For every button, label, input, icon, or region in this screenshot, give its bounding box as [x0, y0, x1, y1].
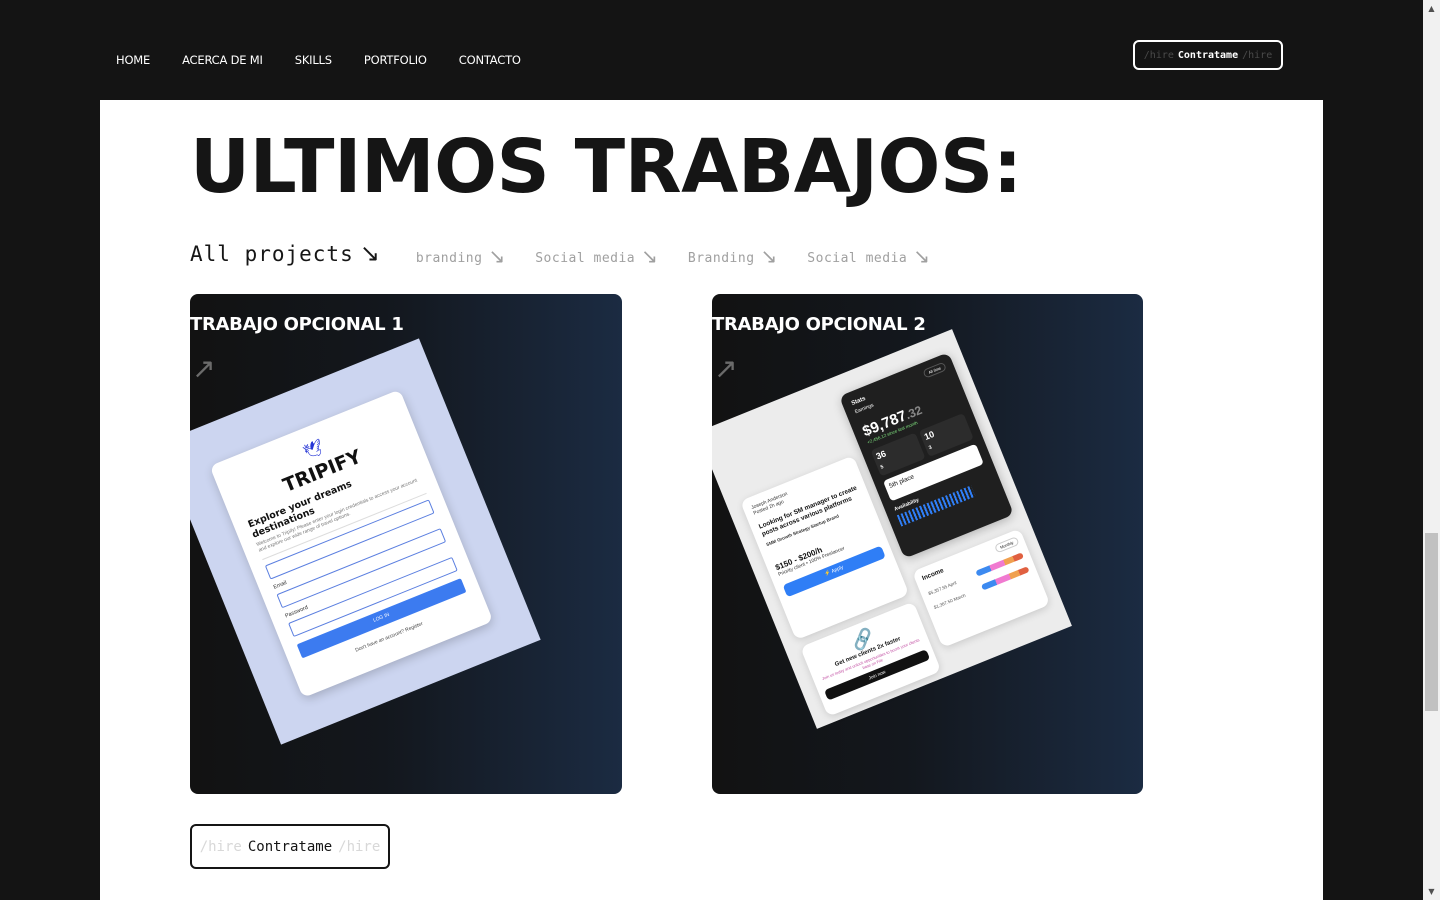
filter-all-projects[interactable]: All projects ↘: [190, 240, 380, 266]
filter-social-media-2[interactable]: Social media ↘: [807, 246, 930, 266]
scrollbar-thumb[interactable]: [1425, 533, 1438, 711]
hire-suffix: /hire: [338, 838, 381, 855]
nav-link-contact[interactable]: CONTACTO: [459, 53, 521, 67]
hire-button-nav[interactable]: /hire Contratame /hire: [1133, 40, 1283, 70]
project-card-2[interactable]: Joseph Anderson Posted 2h ago Looking fo…: [712, 294, 1143, 794]
hire-label: Contratame: [1177, 49, 1239, 61]
filter-label: Social media: [535, 251, 636, 266]
projects-section: ULTIMOS TRABAJOS: All projects ↘ brandin…: [100, 100, 1323, 900]
filter-label: Social media: [807, 251, 908, 266]
arrow-up-right-icon: ↗: [192, 352, 216, 385]
project-filters: All projects ↘ branding ↘ Social media ↘…: [190, 240, 960, 266]
box1-sub: 5: [879, 464, 885, 471]
login-form-mockup: 🕊 TRIPIFY Explore your dreams destinatio…: [209, 389, 494, 698]
income-row-label: $5,357.55 April: [927, 579, 958, 596]
nav-link-about[interactable]: ACERCA DE MI: [182, 53, 263, 67]
arrow-down-right-icon: ↘: [359, 239, 380, 267]
filter-label: Branding: [687, 251, 755, 266]
card-title: TRABAJO OPCIONAL 1: [190, 314, 404, 335]
box1-value: 36: [874, 448, 888, 462]
nav-links: HOME ACERCA DE MI SKILLS PORTFOLIO CONTA…: [116, 53, 553, 67]
arrow-down-right-icon: ↘: [488, 244, 506, 268]
hire-suffix: /hire: [1242, 49, 1273, 61]
arrow-up-right-icon: ↗: [714, 352, 738, 385]
page-scrollbar[interactable]: ▲ ▼: [1423, 0, 1440, 900]
income-pill: Monthly: [994, 536, 1020, 554]
hire-prefix: /hire: [1143, 49, 1174, 61]
hire-prefix: /hire: [199, 838, 242, 855]
arrow-down-right-icon: ↘: [913, 244, 930, 268]
box2-value: 10: [922, 428, 936, 442]
project-thumbnail-dashboard: Joseph Anderson Posted 2h ago Looking fo…: [712, 329, 1072, 729]
hire-label: Contratame: [247, 838, 333, 855]
page-title: ULTIMOS TRABAJOS:: [190, 124, 1022, 210]
top-nav: HOME ACERCA DE MI SKILLS PORTFOLIO CONTA…: [0, 0, 1423, 100]
project-card-1[interactable]: 🕊 TRIPIFY Explore your dreams destinatio…: [190, 294, 622, 794]
filter-label: branding: [415, 251, 483, 266]
nav-link-skills[interactable]: SKILLS: [295, 53, 332, 67]
scroll-down-icon[interactable]: ▼: [1423, 883, 1440, 900]
arrow-down-right-icon: ↘: [760, 244, 778, 268]
scroll-up-icon[interactable]: ▲: [1423, 0, 1440, 17]
filter-label: All projects: [190, 242, 354, 266]
nav-link-portfolio[interactable]: PORTFOLIO: [364, 53, 427, 67]
filter-branding[interactable]: branding ↘: [416, 246, 505, 266]
arrow-down-right-icon: ↘: [641, 244, 658, 268]
card-title: TRABAJO OPCIONAL 2: [712, 314, 926, 335]
hire-button-bottom[interactable]: /hire Contratame /hire: [190, 824, 390, 869]
filter-branding-2[interactable]: Branding ↘: [688, 246, 777, 266]
box2-sub: 3: [927, 444, 933, 452]
filter-social-media[interactable]: Social media ↘: [535, 246, 658, 266]
nav-link-home[interactable]: HOME: [116, 53, 150, 67]
income-row-label: $1,367.50 March: [932, 592, 967, 610]
project-thumbnail-tripify: 🕊 TRIPIFY Explore your dreams destinatio…: [190, 338, 541, 745]
